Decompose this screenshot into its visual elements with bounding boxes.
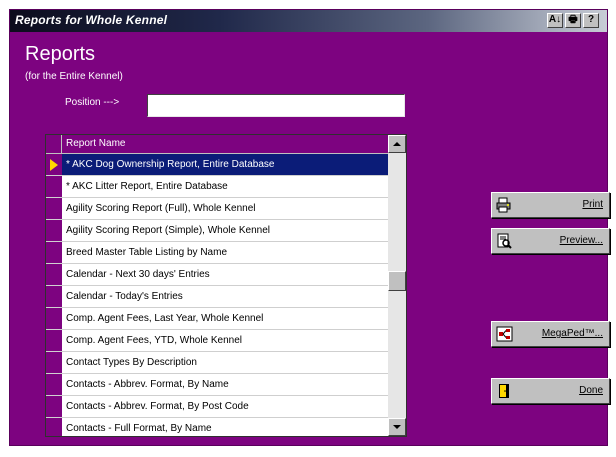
table-row[interactable]: Contact Types By Description <box>46 352 388 374</box>
table-row[interactable]: Agility Scoring Report (Simple), Whole K… <box>46 220 388 242</box>
report-name-cell[interactable]: Contacts - Full Format, By Name <box>62 418 388 436</box>
print-preview-icon[interactable]: 🖶 <box>565 13 581 28</box>
report-name-cell[interactable]: Contacts - Abbrev. Format, By Name <box>62 374 388 396</box>
print-icon <box>496 197 511 213</box>
reports-window: Reports for Whole Kennel A↓ 🖶 ? Reports … <box>9 9 610 446</box>
table-row[interactable]: Calendar - Next 30 days' Entries <box>46 264 388 286</box>
arrow-down-icon <box>393 425 401 429</box>
record-selector[interactable] <box>46 418 62 436</box>
record-selector[interactable] <box>46 264 62 286</box>
report-name-cell[interactable]: Comp. Agent Fees, Last Year, Whole Kenne… <box>62 308 388 330</box>
table-row[interactable]: Contacts - Full Format, By Name <box>46 418 388 436</box>
pedigree-icon <box>496 326 513 342</box>
record-selector-header <box>46 135 62 154</box>
position-label: Position ---> <box>65 97 120 108</box>
scroll-thumb[interactable] <box>388 271 406 291</box>
position-input[interactable] <box>147 94 405 117</box>
record-selector[interactable] <box>46 330 62 352</box>
page-subtitle: (for the Entire Kennel) <box>25 71 123 82</box>
report-name-cell[interactable]: Agility Scoring Report (Simple), Whole K… <box>62 220 388 242</box>
record-selector[interactable] <box>46 308 62 330</box>
preview-button-label: Preview... <box>559 235 603 246</box>
print-button-label: Print <box>582 199 603 210</box>
report-name-cell[interactable]: * AKC Dog Ownership Report, Entire Datab… <box>62 154 388 176</box>
vertical-scrollbar[interactable] <box>388 135 406 436</box>
current-record-arrow-icon <box>50 159 58 171</box>
table-row[interactable]: Calendar - Today's Entries <box>46 286 388 308</box>
table-row[interactable]: Comp. Agent Fees, Last Year, Whole Kenne… <box>46 308 388 330</box>
record-selector[interactable] <box>46 374 62 396</box>
table-row[interactable]: Contacts - Abbrev. Format, By Post Code <box>46 396 388 418</box>
record-selector[interactable] <box>46 176 62 198</box>
report-name-cell[interactable]: * AKC Litter Report, Entire Database <box>62 176 388 198</box>
report-name-cell[interactable]: Contacts - Abbrev. Format, By Post Code <box>62 396 388 418</box>
record-selector[interactable] <box>46 352 62 374</box>
scroll-down-button[interactable] <box>388 418 406 436</box>
report-list-header: Report Name <box>46 135 388 154</box>
report-name-cell[interactable]: Comp. Agent Fees, YTD, Whole Kennel <box>62 330 388 352</box>
done-button[interactable]: Done <box>491 378 610 404</box>
sort-icon[interactable]: A↓ <box>547 13 563 28</box>
arrow-up-icon <box>393 142 401 146</box>
table-row[interactable]: * AKC Litter Report, Entire Database <box>46 176 388 198</box>
report-name-cell[interactable]: Agility Scoring Report (Full), Whole Ken… <box>62 198 388 220</box>
record-selector[interactable] <box>46 242 62 264</box>
report-name-cell[interactable]: Contact Types By Description <box>62 352 388 374</box>
exit-door-icon <box>499 384 509 398</box>
record-selector[interactable] <box>46 154 62 176</box>
record-selector[interactable] <box>46 220 62 242</box>
report-name-cell[interactable]: Calendar - Today's Entries <box>62 286 388 308</box>
column-header-report-name[interactable]: Report Name <box>62 135 388 154</box>
preview-button[interactable]: Preview... <box>491 228 610 254</box>
record-selector[interactable] <box>46 286 62 308</box>
report-name-cell[interactable]: Calendar - Next 30 days' Entries <box>62 264 388 286</box>
table-row[interactable]: * AKC Dog Ownership Report, Entire Datab… <box>46 154 388 176</box>
page-title: Reports <box>25 43 96 65</box>
table-row[interactable]: Contacts - Abbrev. Format, By Name <box>46 374 388 396</box>
table-row[interactable]: Breed Master Table Listing by Name <box>46 242 388 264</box>
record-selector[interactable] <box>46 198 62 220</box>
table-row[interactable]: Comp. Agent Fees, YTD, Whole Kennel <box>46 330 388 352</box>
scroll-up-button[interactable] <box>388 135 406 153</box>
title-bar: Reports for Whole Kennel A↓ 🖶 ? <box>10 10 607 32</box>
record-selector[interactable] <box>46 396 62 418</box>
megaped-button[interactable]: MegaPed™... <box>491 321 610 347</box>
done-button-label: Done <box>579 385 603 396</box>
report-name-cell[interactable]: Breed Master Table Listing by Name <box>62 242 388 264</box>
print-button[interactable]: Print <box>491 192 610 218</box>
help-icon[interactable]: ? <box>583 13 599 28</box>
table-row[interactable]: Agility Scoring Report (Full), Whole Ken… <box>46 198 388 220</box>
window-title: Reports for Whole Kennel <box>15 13 168 27</box>
print-preview-icon <box>497 233 512 249</box>
report-list[interactable]: Report Name * AKC Dog Ownership Report, … <box>45 134 407 437</box>
megaped-button-label: MegaPed™... <box>541 328 603 339</box>
